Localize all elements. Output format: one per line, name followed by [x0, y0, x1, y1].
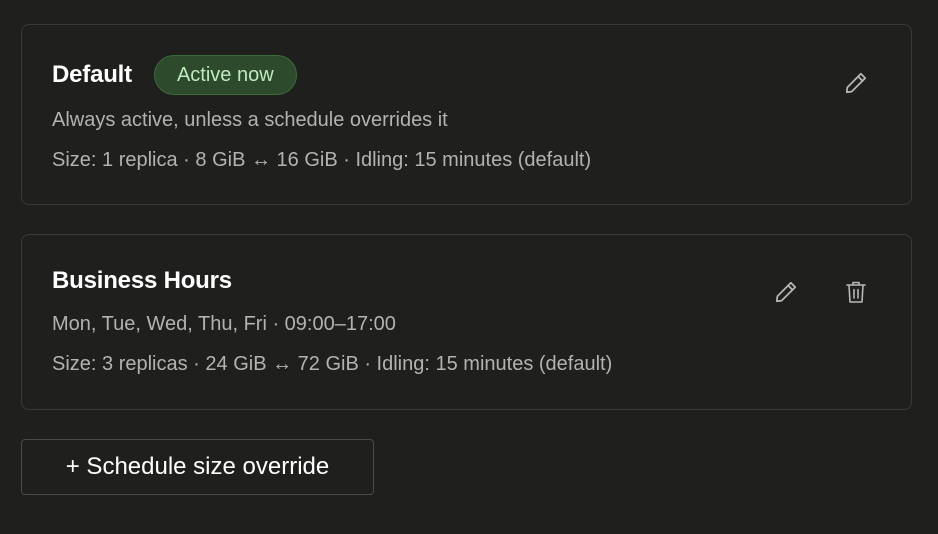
- pencil-icon: [775, 281, 797, 303]
- schedule-description: Mon, Tue, Wed, Thu, Fri · 09:00–17:00: [52, 313, 396, 335]
- schedule-title: Default: [52, 61, 132, 88]
- schedule-card-default: Default Active now Always active, unless…: [21, 24, 912, 205]
- schedule-details: Size: 3 replicas · 24 GiB ↔ 72 GiB · Idl…: [52, 353, 613, 375]
- schedule-title-row: Business Hours: [52, 263, 232, 299]
- active-status-badge: Active now: [153, 55, 297, 95]
- schedule-title-row: Default Active now: [52, 55, 297, 95]
- schedule-description: Always active, unless a schedule overrid…: [52, 109, 448, 131]
- delete-schedule-button[interactable]: [839, 275, 873, 309]
- schedule-card-business-hours: Business Hours Mon, Tue, Wed, Thu, Fri ·…: [21, 234, 912, 410]
- edit-schedule-button[interactable]: [769, 275, 803, 309]
- pencil-icon: [845, 72, 867, 94]
- trash-icon: [846, 281, 866, 303]
- add-schedule-override-button[interactable]: + Schedule size override: [21, 439, 374, 495]
- schedule-title: Business Hours: [52, 267, 232, 294]
- schedule-details: Size: 1 replica · 8 GiB ↔ 16 GiB · Idlin…: [52, 149, 592, 171]
- edit-schedule-button[interactable]: [839, 66, 873, 100]
